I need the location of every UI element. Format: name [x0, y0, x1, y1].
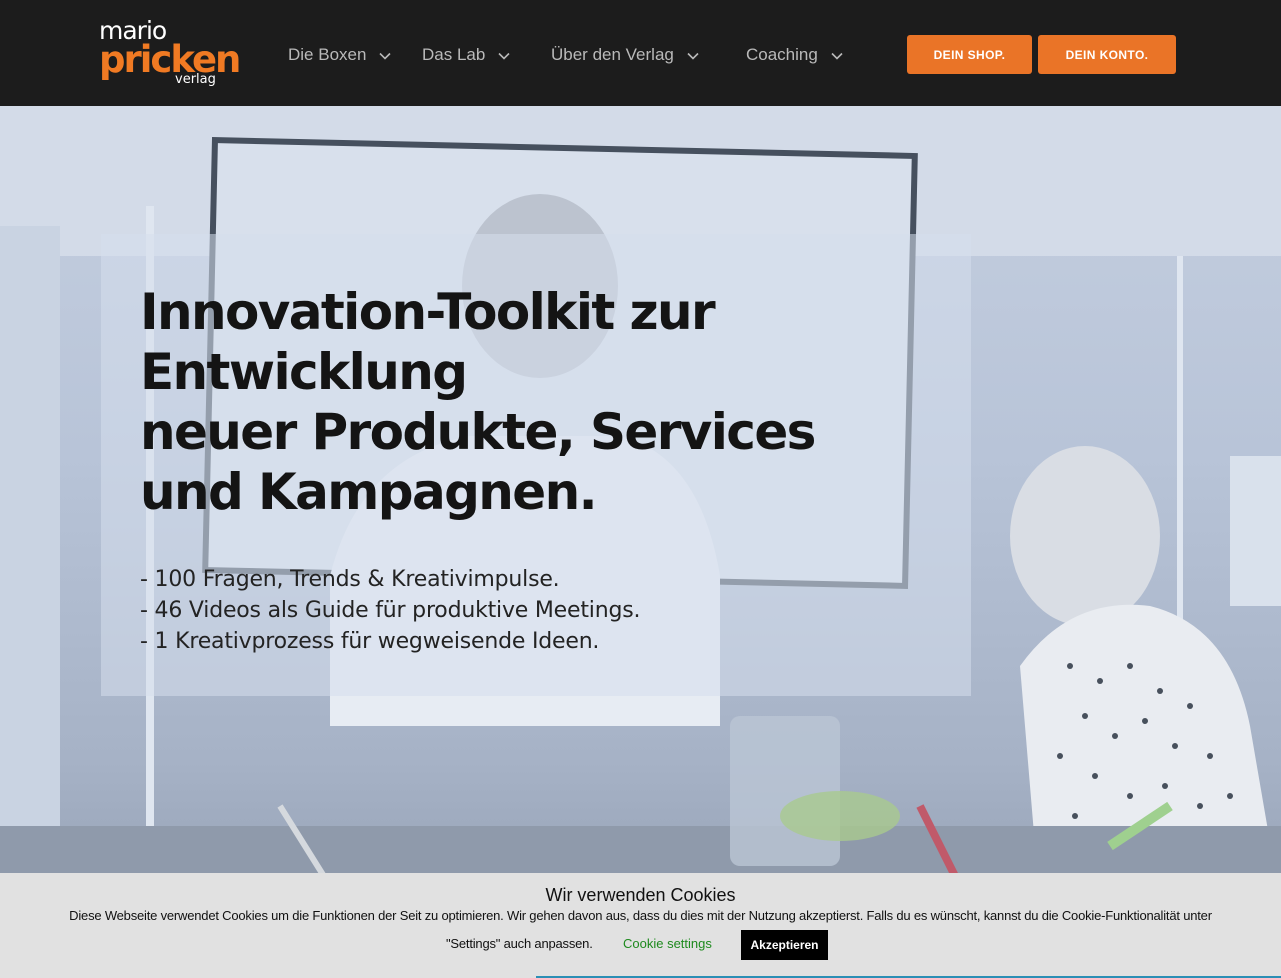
cookie-text-settings: "Settings" auch anpassen. [446, 936, 593, 951]
logo[interactable]: mario pricken verlag [99, 16, 241, 92]
chevron-down-icon [378, 48, 392, 62]
cookie-banner: Wir verwenden Cookies Diese Webseite ver… [0, 873, 1281, 978]
logo-line-verlag: verlag [175, 72, 216, 87]
nav-item-ueber-den-verlag[interactable]: Über den Verlag [551, 44, 700, 66]
hero-section: Innovation-Toolkit zur Entwicklung neuer… [0, 106, 1281, 978]
nav-item-label: Über den Verlag [551, 45, 674, 64]
hero-title-line: neuer Produkte, Services [140, 403, 816, 461]
hero-bullet: - 100 Fragen, Trends & Kreativimpulse. [140, 567, 560, 592]
nav-item-das-lab[interactable]: Das Lab [422, 44, 511, 66]
chevron-down-icon [686, 48, 700, 62]
cookie-title: Wir verwenden Cookies [545, 885, 736, 905]
hero-bullet: - 46 Videos als Guide für produktive Mee… [140, 598, 641, 623]
nav-item-label: Coaching [746, 45, 818, 64]
accept-cookies-button[interactable]: Akzeptieren [741, 930, 828, 960]
chevron-down-icon [830, 48, 844, 62]
nav-item-label: Das Lab [422, 45, 486, 64]
account-button[interactable]: DEIN KONTO. [1038, 35, 1176, 74]
hero-title-line: Innovation-Toolkit zur Entwicklung [140, 283, 716, 401]
logo-line-pricken: pricken [99, 38, 241, 81]
site-header: mario pricken verlag Die Boxen Das Lab Ü… [0, 0, 1281, 106]
nav-item-die-boxen[interactable]: Die Boxen [288, 44, 392, 66]
chevron-down-icon [497, 48, 511, 62]
cookie-settings-link[interactable]: Cookie settings [623, 936, 712, 951]
nav-item-label: Die Boxen [288, 45, 367, 64]
nav-item-coaching[interactable]: Coaching [746, 44, 844, 66]
hero-title-line: und Kampagnen. [140, 463, 598, 521]
hero-title: Innovation-Toolkit zur Entwicklung neuer… [140, 282, 980, 522]
cookie-text: Diese Webseite verwendet Cookies um die … [69, 908, 1212, 923]
shop-button[interactable]: DEIN SHOP. [907, 35, 1032, 74]
hero-bullet-list: - 100 Fragen, Trends & Kreativimpulse. -… [140, 564, 940, 657]
hero-bullet: - 1 Kreativprozess für wegweisende Ideen… [140, 629, 600, 654]
